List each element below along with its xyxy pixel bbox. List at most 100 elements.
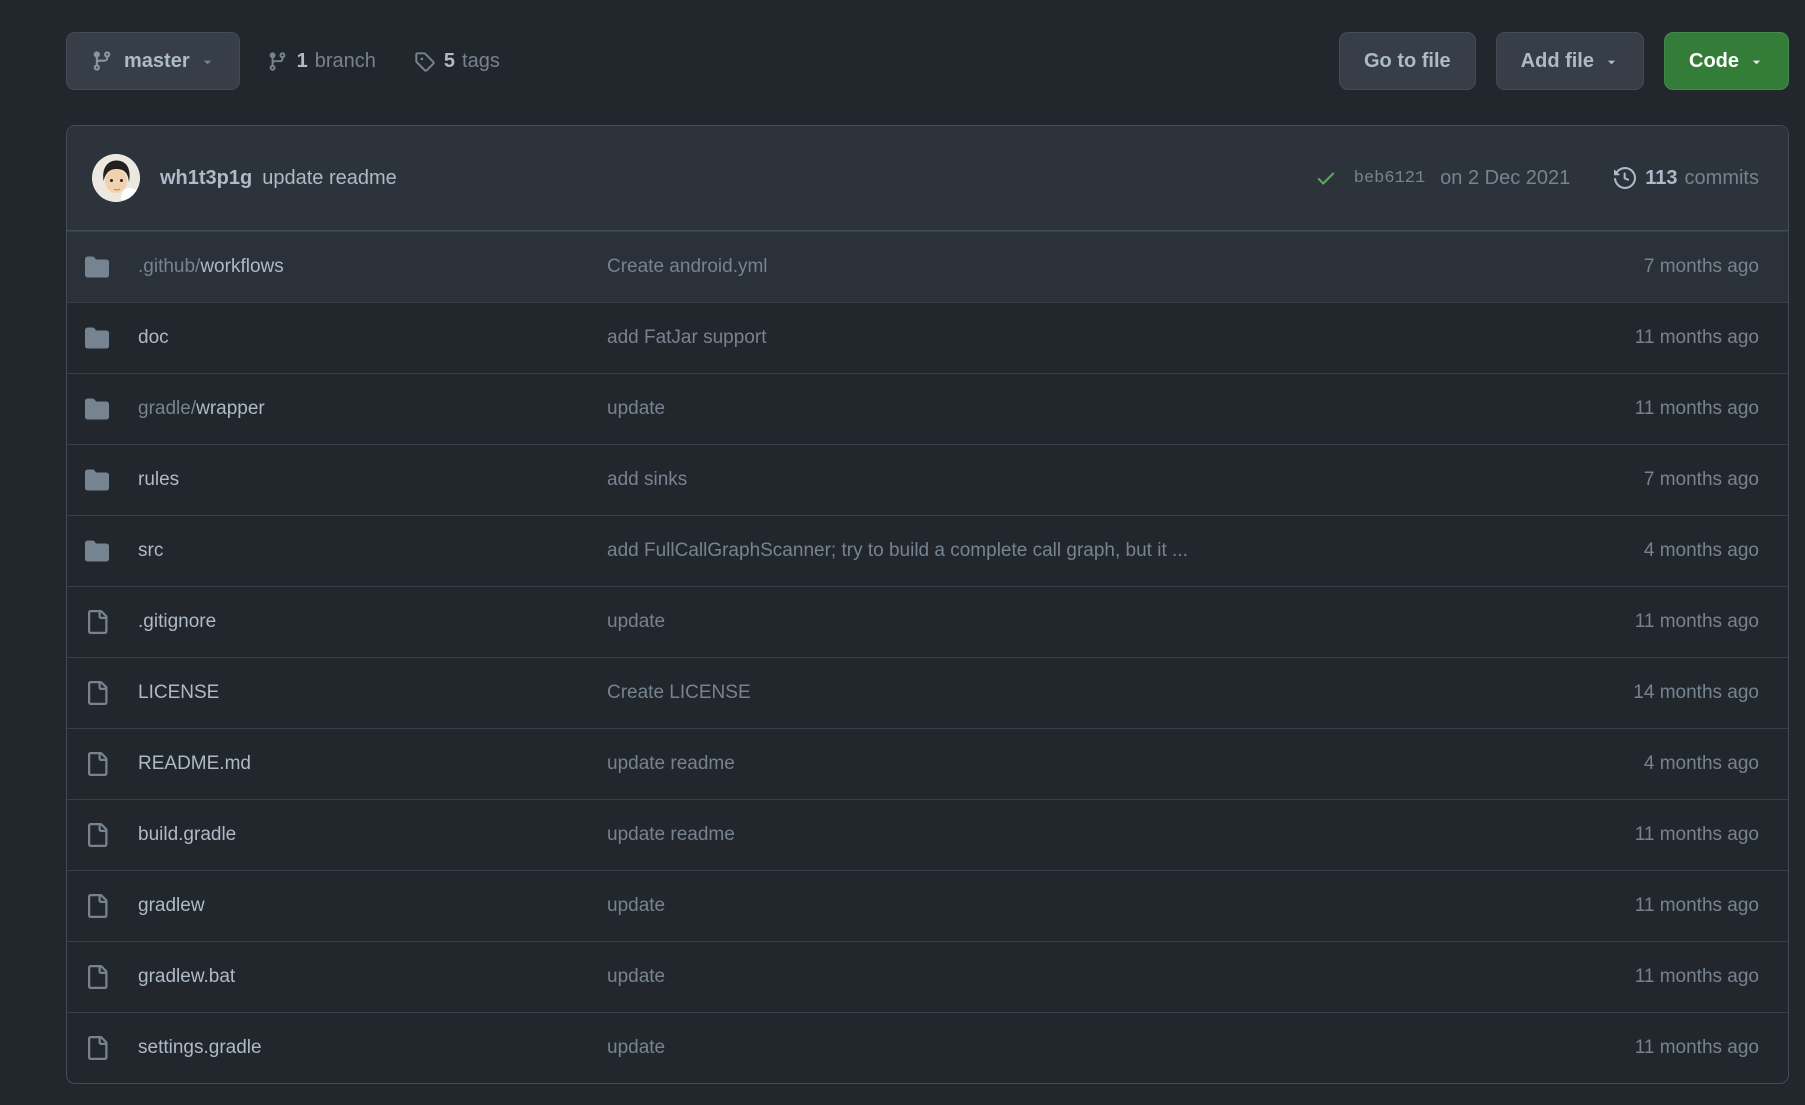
table-row: README.md update readme 4 months ago [67,728,1788,799]
entry-age-link[interactable]: 14 months ago [1559,682,1759,704]
entry-commit-message-link[interactable]: Create LICENSE [607,682,1530,704]
entry-commit-message-link[interactable]: update [607,1037,1530,1059]
entry-icon-cell [85,326,109,350]
entry-name-link[interactable]: build.gradle [138,824,578,846]
add-file-button[interactable]: Add file [1495,32,1644,90]
entry-commit-message-link[interactable]: update [607,398,1530,420]
entry-commit-message-link[interactable]: update [607,966,1530,988]
entry-age-link[interactable]: 7 months ago [1559,469,1759,491]
avatar-image [92,154,140,202]
commit-history-link[interactable]: 113 commits [1614,167,1759,190]
entry-commit-message-link[interactable]: update [607,895,1530,917]
entry-name[interactable]: src [138,540,163,561]
folder-icon [85,256,109,278]
add-file-label: Add file [1520,49,1594,72]
table-row: .gitignore update 11 months ago [67,586,1788,657]
entry-icon-cell [85,610,109,634]
entry-commit-message-link[interactable]: add sinks [607,469,1530,491]
entry-commit-message-link[interactable]: update readme [607,753,1530,775]
commit-message-link[interactable]: update readme [262,167,397,190]
commits-count: 113 [1645,166,1678,189]
table-row: rules add sinks 7 months ago [67,444,1788,515]
entry-name-link[interactable]: gradlew [138,895,578,917]
branch-count: 1 [296,49,308,72]
git-branch-icon [269,51,285,71]
entry-name-link[interactable]: gradle/wrapper [138,398,578,420]
entry-name[interactable]: gradlew [138,895,205,916]
entry-prefix[interactable]: .github/ [138,256,200,277]
entry-name[interactable]: README.md [138,753,251,774]
entry-age-link[interactable]: 4 months ago [1559,753,1759,775]
tags-link[interactable]: 5 tags [414,50,500,73]
table-row: settings.gradle update 11 months ago [67,1012,1788,1083]
repo-toolbar: master 1 branch 5 tags Go to file Add fi… [66,32,1789,90]
branches-link[interactable]: 1 branch [267,50,376,73]
entry-name-link[interactable]: rules [138,469,578,491]
file-icon [88,752,108,776]
entry-name[interactable]: settings.gradle [138,1037,262,1058]
entry-age-link[interactable]: 7 months ago [1559,256,1759,278]
entry-name[interactable]: wrapper [196,398,265,419]
tag-count: 5 [443,49,456,72]
go-to-file-button[interactable]: Go to file [1338,32,1476,90]
entry-name-link[interactable]: gradlew.bat [138,966,578,988]
entry-name[interactable]: build.gradle [138,824,236,845]
entry-age-link[interactable]: 11 months ago [1559,966,1759,988]
entry-icon-cell [85,1036,109,1060]
tag-count-label: tags [462,49,500,72]
entry-name-link[interactable]: .github/workflows [138,256,578,278]
commit-hash-link[interactable]: beb6121 [1354,169,1425,188]
commits-count-label: commits [1684,166,1759,189]
entry-prefix[interactable]: gradle/ [138,398,196,419]
entry-name[interactable]: .gitignore [138,611,216,632]
entry-age-link[interactable]: 4 months ago [1559,540,1759,562]
code-button[interactable]: Code [1664,32,1789,90]
entry-commit-message-link[interactable]: update [607,611,1530,633]
check-icon[interactable] [1315,167,1337,189]
folder-icon [85,540,109,562]
entry-icon-cell [85,397,109,421]
file-icon [88,965,108,989]
branch-count-label: branch [314,49,376,72]
entry-name-link[interactable]: README.md [138,753,578,775]
entry-age-link[interactable]: 11 months ago [1559,824,1759,846]
chevron-down-icon [1753,60,1760,64]
entry-age-link[interactable]: 11 months ago [1559,398,1759,420]
entry-name-link[interactable]: .gitignore [138,611,578,633]
entry-icon-cell [85,965,109,989]
entry-commit-message-link[interactable]: update readme [607,824,1530,846]
branch-selector-button[interactable]: master [66,32,240,90]
table-row: gradlew.bat update 11 months ago [67,941,1788,1012]
entry-name-link[interactable]: src [138,540,578,562]
file-list: .github/workflows Create android.yml 7 m… [67,231,1788,1083]
entry-age-link[interactable]: 11 months ago [1559,611,1759,633]
entry-age-link[interactable]: 11 months ago [1559,327,1759,349]
table-row: gradlew update 11 months ago [67,870,1788,941]
avatar[interactable] [92,154,140,202]
toolbar-actions: Go to file Add file Code [1319,32,1789,90]
entry-age-link[interactable]: 11 months ago [1559,895,1759,917]
table-row: LICENSE Create LICENSE 14 months ago [67,657,1788,728]
entry-name-link[interactable]: settings.gradle [138,1037,578,1059]
file-icon [88,894,108,918]
git-branch-icon [93,51,111,71]
entry-name[interactable]: gradlew.bat [138,966,235,987]
entry-icon-cell [85,468,109,492]
table-row: .github/workflows Create android.yml 7 m… [67,231,1788,302]
entry-icon-cell [85,539,109,563]
file-icon [88,681,108,705]
entry-commit-message-link[interactable]: add FatJar support [607,327,1530,349]
entry-name[interactable]: LICENSE [138,682,219,703]
commit-author-link[interactable]: wh1t3p1g [160,167,252,190]
entry-commit-message-link[interactable]: Create android.yml [607,256,1530,278]
entry-name[interactable]: doc [138,327,169,348]
entry-name[interactable]: rules [138,469,179,490]
table-row: doc add FatJar support 11 months ago [67,302,1788,373]
entry-commit-message-link[interactable]: add FullCallGraphScanner; try to build a… [607,540,1530,562]
repo-content: master 1 branch 5 tags Go to file Add fi… [66,0,1789,1084]
entry-name[interactable]: workflows [200,256,283,277]
entry-name-link[interactable]: doc [138,327,578,349]
file-icon [88,823,108,847]
entry-age-link[interactable]: 11 months ago [1559,1037,1759,1059]
entry-name-link[interactable]: LICENSE [138,682,578,704]
